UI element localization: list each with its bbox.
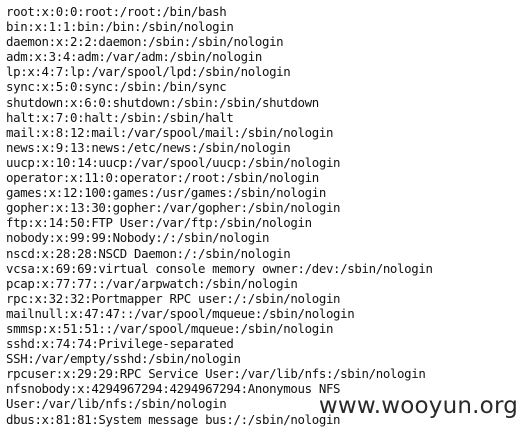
passwd-line-rpcuser: rpcuser:x:29:29:RPC Service User:/var/li… [6, 366, 426, 382]
passwd-line-daemon: daemon:x:2:2:daemon:/sbin:/sbin/nologin [6, 34, 284, 50]
passwd-line-sync: sync:x:5:0:sync:/sbin:/bin/sync [6, 79, 227, 95]
passwd-line-shutdown: shutdown:x:6:0:shutdown:/sbin:/sbin/shut… [6, 94, 319, 110]
passwd-line-rpc: rpc:x:32:32:Portmapper RPC user:/:/sbin/… [6, 290, 341, 306]
passwd-line-games: games:x:12:100:games:/usr/games:/sbin/no… [6, 185, 326, 201]
passwd-line-pcap: pcap:x:77:77::/var/arpwatch:/sbin/nologi… [6, 275, 298, 291]
passwd-line-uucp: uucp:x:10:14:uucp:/var/spool/uucp:/sbin/… [6, 154, 341, 170]
passwd-line-ftp: ftp:x:14:50:FTP User:/var/ftp:/sbin/nolo… [6, 215, 312, 231]
passwd-line-mailnull: mailnull:x:47:47::/var/spool/mqueue:/sbi… [6, 305, 355, 321]
passwd-line-news: news:x:9:13:news:/etc/news:/sbin/nologin [6, 139, 291, 155]
passwd-line-mail: mail:x:8:12:mail:/var/spool/mail:/sbin/n… [6, 124, 334, 140]
passwd-line-bin: bin:x:1:1:bin:/bin:/sbin/nologin [6, 19, 234, 35]
terminal-output: root:x:0:0:root:/root:/bin/bash bin:x:1:… [0, 0, 526, 435]
passwd-line-vcsa: vcsa:x:69:69:virtual console memory owne… [6, 260, 433, 276]
passwd-line-nobody: nobody:x:99:99:Nobody:/:/sbin/nologin [6, 230, 270, 246]
passwd-line-sshd-continued: SSH:/var/empty/sshd:/sbin/nologin [6, 351, 241, 367]
watermark: www.wooyun.org [318, 393, 518, 419]
passwd-line-adm: adm:x:3:4:adm:/var/adm:/sbin/nologin [6, 49, 262, 65]
passwd-line-sshd: sshd:x:74:74:Privilege-separated [6, 336, 234, 352]
passwd-line-nscd: nscd:x:28:28:NSCD Daemon:/:/sbin/nologin [6, 245, 291, 261]
passwd-line-gopher: gopher:x:13:30:gopher:/var/gopher:/sbin/… [6, 200, 341, 216]
passwd-line-lp: lp:x:4:7:lp:/var/spool/lpd:/sbin/nologin [6, 64, 291, 80]
passwd-line-halt: halt:x:7:0:halt:/sbin:/sbin/halt [6, 109, 234, 125]
passwd-line-smmsp: smmsp:x:51:51::/var/spool/mqueue:/sbin/n… [6, 320, 334, 336]
passwd-line-operator: operator:x:11:0:operator:/root:/sbin/nol… [6, 170, 319, 186]
passwd-line-root: root:x:0:0:root:/root:/bin/bash [6, 4, 227, 19]
